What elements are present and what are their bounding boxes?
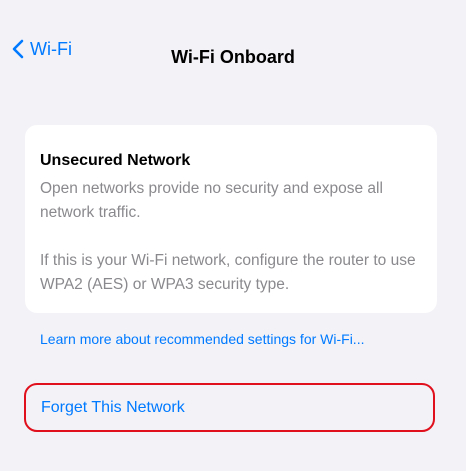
warning-description: Open networks provide no security and ex… [40, 180, 383, 221]
security-warning-card: Unsecured Network Open networks provide … [25, 125, 437, 313]
warning-title: Unsecured Network [40, 152, 191, 169]
forget-network-button[interactable]: Forget This Network [24, 383, 435, 432]
learn-more-link[interactable]: Learn more about recommended settings fo… [40, 331, 364, 347]
warning-recommendation: If this is your Wi-Fi network, configure… [40, 252, 416, 293]
forget-network-label: Forget This Network [41, 398, 185, 416]
page-title: Wi-Fi Onboard [171, 47, 295, 67]
